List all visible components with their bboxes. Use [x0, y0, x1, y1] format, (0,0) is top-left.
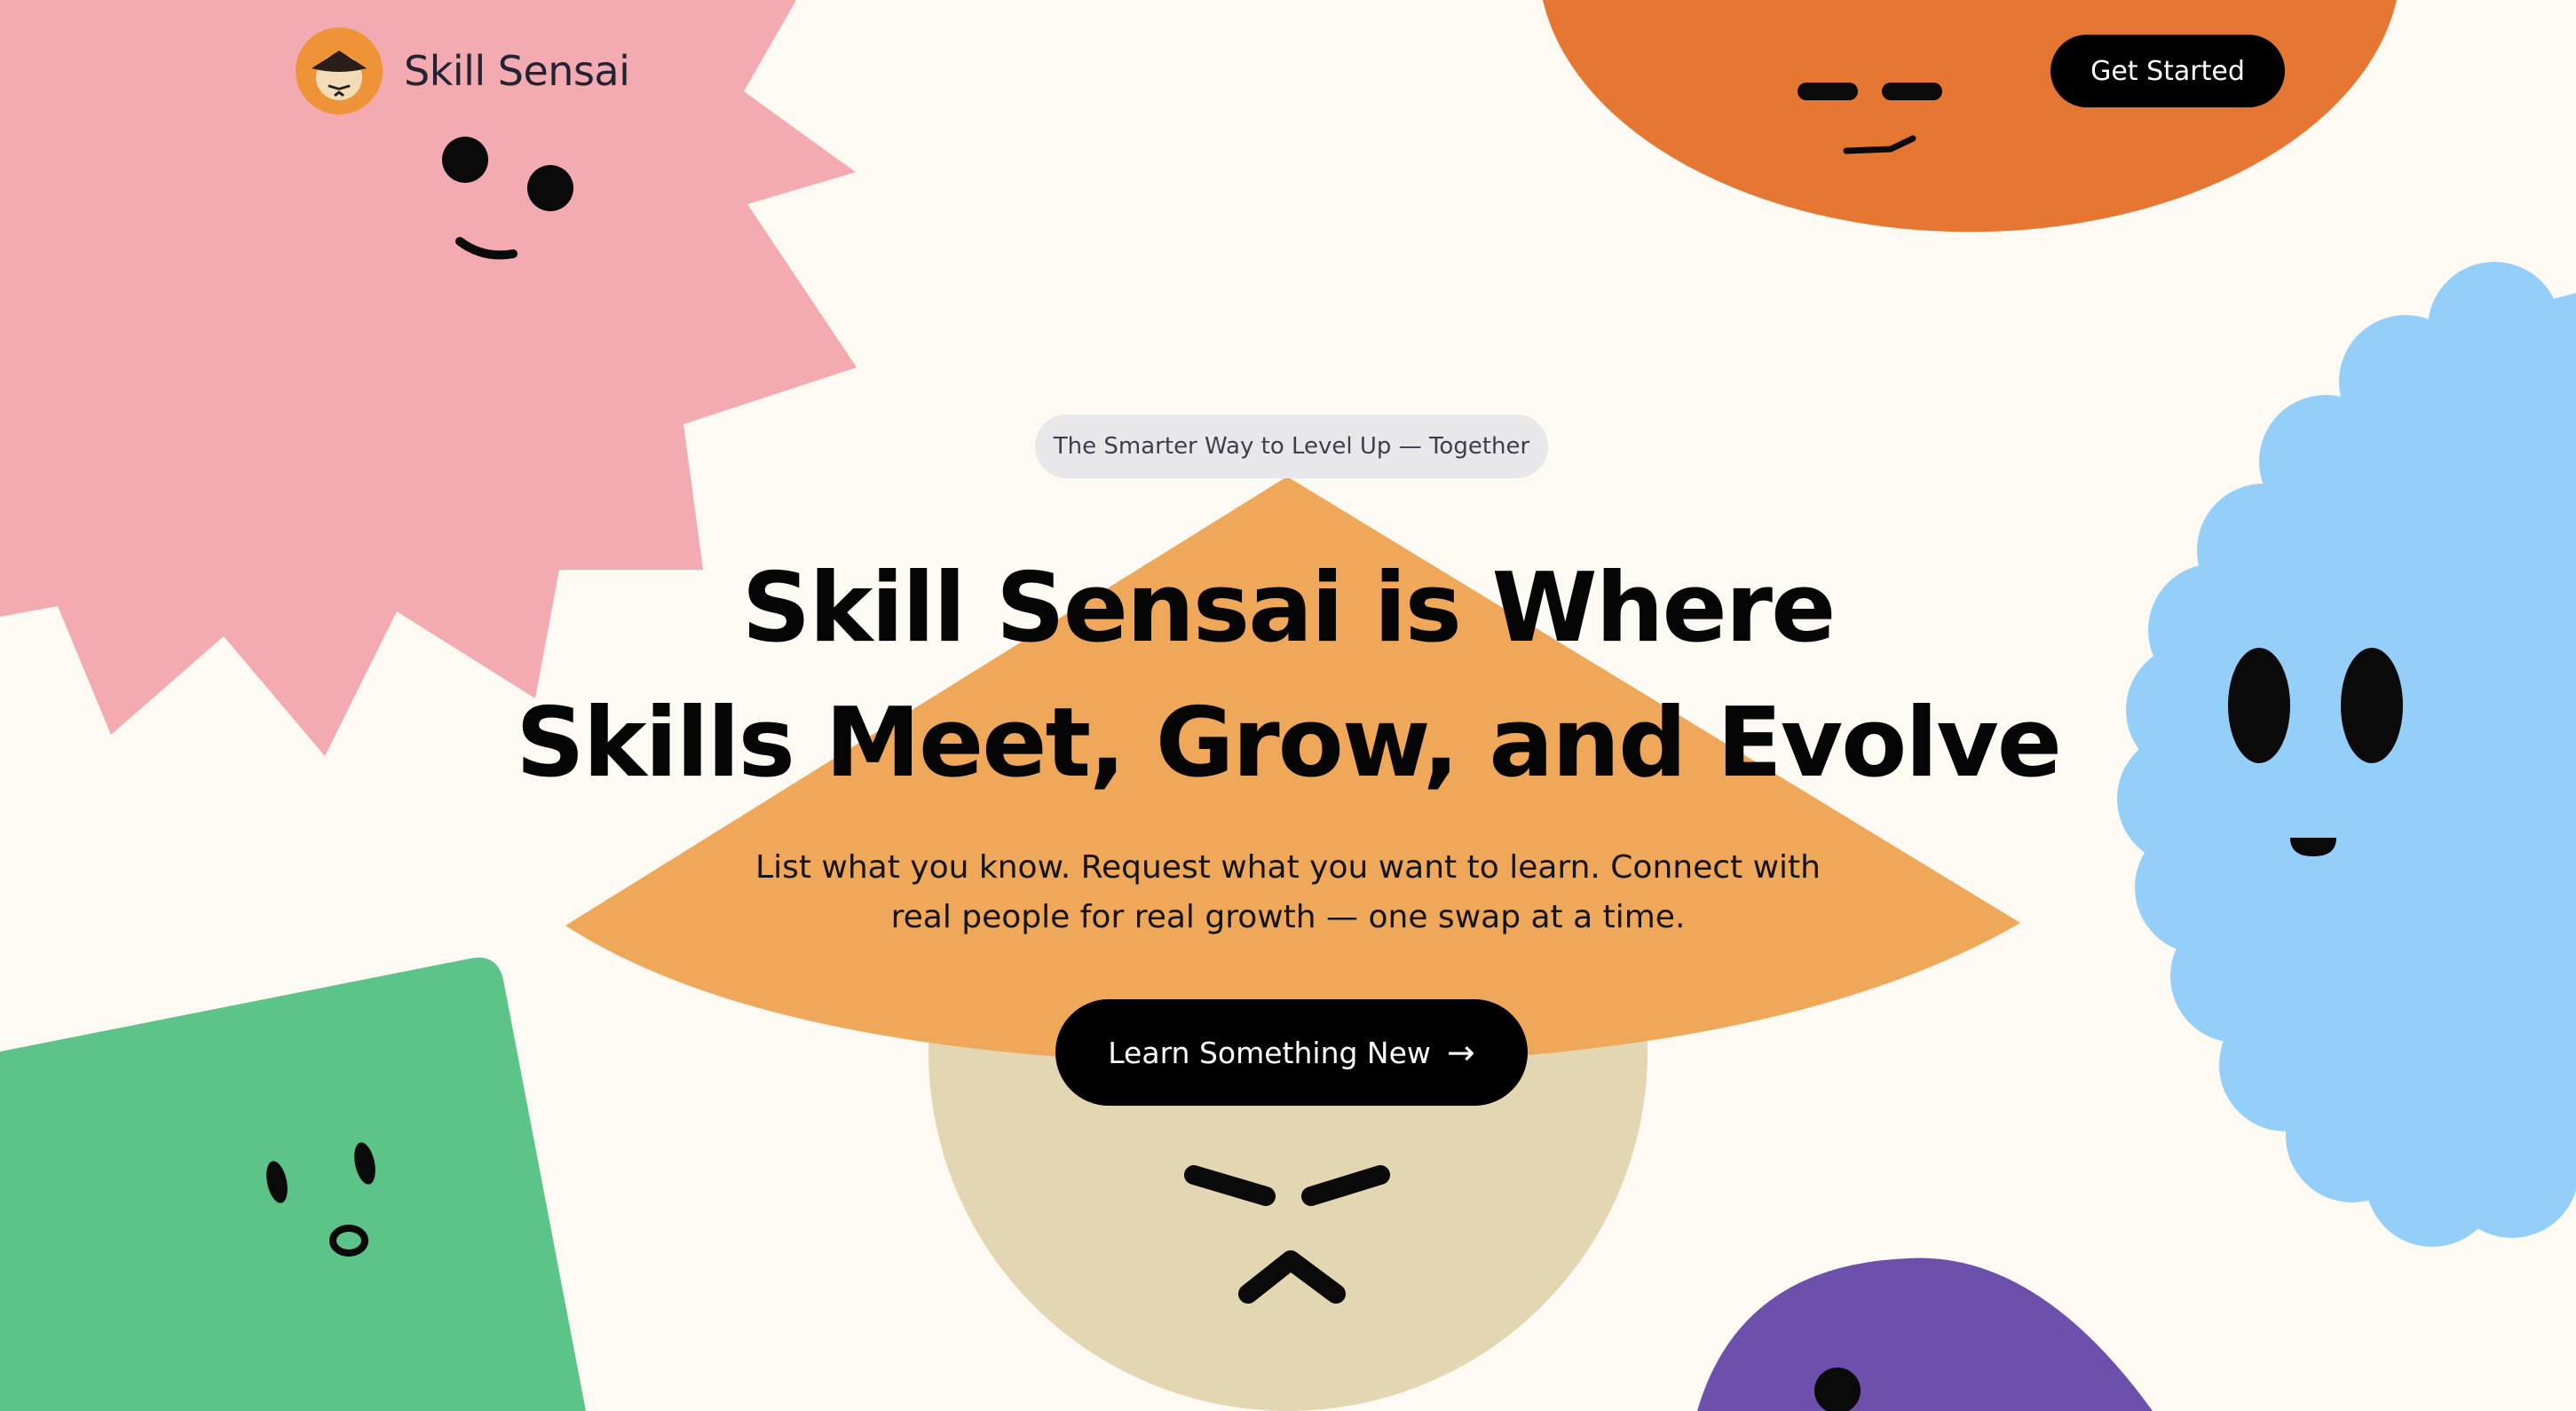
sensai-hat-face-icon: [296, 28, 383, 114]
learn-button-label: Learn Something New: [1108, 1035, 1431, 1070]
tagline-badge: The Smarter Way to Level Up — Together: [1035, 414, 1548, 478]
purple-blob-character: [1697, 1257, 2153, 1411]
hero-subtitle-line-1: List what you know. Request what you wan…: [755, 849, 1821, 886]
hero-title: Skill Sensai is Where Skills Meet, Grow,…: [489, 541, 2087, 811]
learn-something-new-button[interactable]: Learn Something New →: [1055, 999, 1528, 1106]
hero-subtitle: List what you know. Request what you wan…: [667, 843, 1909, 942]
hero-title-line-2: Skills Meet, Grow, and Evolve: [515, 688, 2062, 799]
brand-logo[interactable]: Skill Sensai: [296, 28, 630, 114]
green-square-character: [0, 958, 586, 1411]
blue-cloud-character: [2117, 262, 2576, 1247]
hero-title-line-1: Skill Sensai is Where: [741, 553, 1837, 664]
brand-name: Skill Sensai: [404, 47, 630, 95]
orange-sun-character: [1543, 0, 2397, 233]
page: Skill Sensai Get Started The Smarter Way…: [0, 0, 2576, 1411]
get-started-button[interactable]: Get Started: [2051, 35, 2285, 107]
hero-subtitle-line-2: real people for real growth — one swap a…: [890, 899, 1686, 935]
arrow-right-icon: →: [1446, 1033, 1475, 1072]
